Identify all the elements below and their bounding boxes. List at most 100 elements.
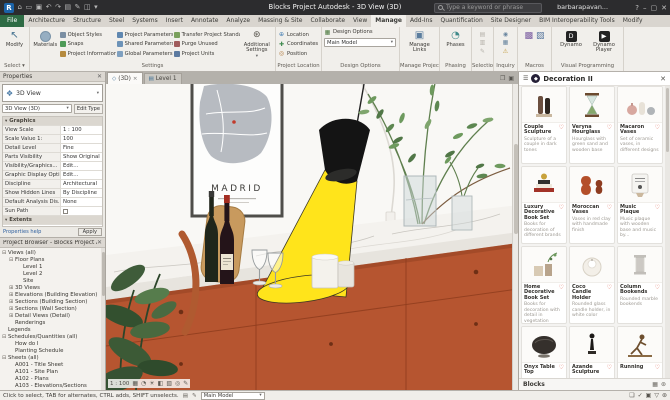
block-card[interactable]: Couple Sculpture♡Sculpture of a couple i…	[521, 86, 567, 164]
tree-item[interactable]: ⊞Detail Views (Detail)	[0, 312, 105, 319]
tab-collaborate[interactable]: Collaborate	[306, 15, 349, 27]
view-scale-button[interactable]: 1 : 100	[110, 381, 129, 387]
tree-item[interactable]: Level 1	[0, 263, 105, 270]
print-icon[interactable]: ▤	[64, 0, 71, 15]
selection-count-icon[interactable]: ⊛	[662, 392, 667, 399]
position-button[interactable]: ◎Position	[278, 50, 319, 58]
design-option-set-dropdown[interactable]: Main Model▾	[324, 38, 396, 47]
project-parameters-button[interactable]: Project Parameters	[117, 31, 173, 39]
search-box[interactable]	[434, 3, 542, 13]
tree-item[interactable]: How do I	[0, 340, 105, 347]
favorite-heart-icon[interactable]: ♡	[655, 205, 660, 211]
tree-item[interactable]: ⊞Elevations (Building Elevation)	[0, 291, 105, 298]
object-styles-button[interactable]: Object Styles	[60, 31, 116, 39]
worksets-icon[interactable]: ▤	[183, 393, 188, 399]
lock-view-icon[interactable]: ◎	[175, 380, 180, 387]
close-icon[interactable]: ×	[133, 76, 138, 82]
block-card[interactable]: Running♡	[617, 326, 663, 378]
favorite-heart-icon[interactable]: ♡	[607, 125, 612, 131]
tab-modify[interactable]: Modify	[619, 15, 647, 27]
user-account[interactable]: barbarapavan...	[557, 0, 608, 15]
search-input[interactable]	[446, 4, 538, 11]
tab-structure[interactable]: Structure	[69, 15, 105, 27]
detail-level-icon[interactable]: ▦	[132, 380, 138, 387]
macro-security-icon[interactable]: ▨	[536, 31, 545, 41]
tile-views-icon[interactable]: ❐	[500, 75, 505, 82]
tree-item[interactable]: Level 2	[0, 270, 105, 277]
view-tab-level-1[interactable]: ▤Level 1	[144, 73, 182, 84]
help-icon[interactable]: ?	[635, 4, 639, 12]
open-icon[interactable]: ▭	[25, 0, 32, 15]
section-graphics[interactable]: ▾Graphics	[3, 117, 102, 126]
materials-button[interactable]: Materials	[32, 28, 59, 62]
minimize-icon[interactable]: –	[643, 4, 647, 12]
filter-icon[interactable]: ▽	[654, 392, 659, 399]
sun-path-checkbox[interactable]	[63, 209, 68, 214]
tab-steel[interactable]: Steel	[105, 15, 128, 27]
tag-icon[interactable]: ◫	[84, 0, 91, 15]
ids-of-selection-icon[interactable]: ◉	[502, 31, 509, 38]
block-card[interactable]: Luxury Decorative Book Set♡Books for dec…	[521, 166, 567, 244]
select-by-id-icon[interactable]: ▦	[502, 39, 509, 46]
property-row[interactable]: Detail LevelFine	[3, 144, 102, 153]
instance-selector-dropdown[interactable]: 3D View (3D)▾	[2, 104, 72, 113]
sun-path-icon[interactable]: ☀	[149, 380, 154, 387]
phases-button[interactable]: ◔ Phases	[442, 28, 469, 62]
tree-item[interactable]: A001 - Title Sheet	[0, 361, 105, 368]
press-drag-icon[interactable]: ✓	[638, 392, 643, 399]
revit-logo[interactable]: R	[4, 3, 14, 13]
close-icon[interactable]: ✕	[97, 239, 102, 246]
design-options-button[interactable]: ▦Design Options	[324, 28, 397, 36]
menu-icon[interactable]: ☰	[523, 75, 528, 82]
tab-manage[interactable]: Manage	[371, 15, 406, 27]
tab-annotate[interactable]: Annotate	[187, 15, 222, 27]
tree-item[interactable]: ⊞Sections (Wall Section)	[0, 305, 105, 312]
close-icon[interactable]: ✕	[97, 73, 102, 80]
edit-type-button[interactable]: Edit Type	[74, 104, 103, 114]
tab-quantification[interactable]: Quantification	[436, 15, 486, 27]
scrollbar-thumb[interactable]	[514, 144, 518, 234]
tab-list-icon[interactable]: ▣	[508, 75, 514, 82]
measure-icon[interactable]: ✎	[75, 0, 81, 15]
macro-manager-icon[interactable]: ▩	[524, 31, 533, 41]
scrollbar-thumb[interactable]	[102, 252, 105, 296]
drawing-canvas[interactable]: MADRID	[106, 84, 518, 390]
select-links-icon[interactable]: ▣	[646, 392, 652, 399]
block-card[interactable]: Home Decorative Book Set♡Books for decor…	[521, 246, 567, 324]
section-extents[interactable]: ▾Extents	[3, 216, 102, 225]
block-card[interactable]: Veryna Hourglass♡Hourglass with green sa…	[569, 86, 615, 164]
ceramic-vase-small[interactable]	[338, 261, 354, 287]
grid-view-icon[interactable]: ▦	[652, 381, 658, 388]
home-icon[interactable]: ⌂	[18, 0, 22, 15]
exclude-options-icon[interactable]: ❏	[629, 392, 634, 399]
tree-item[interactable]: Renderings	[0, 319, 105, 326]
transfer-project-standards-button[interactable]: Transfer Project Standards	[174, 31, 240, 39]
madrid-poster[interactable]: MADRID	[192, 84, 282, 216]
visual-style-icon[interactable]: ◔	[141, 380, 146, 387]
apply-button[interactable]: Apply	[78, 228, 102, 236]
tab-file[interactable]: File	[0, 15, 24, 27]
scrollbar-thumb[interactable]	[666, 88, 669, 152]
tree-item[interactable]: Legends	[0, 326, 105, 333]
property-row[interactable]: Show Hidden LinesBy Discipline	[3, 189, 102, 198]
property-row-sun-path[interactable]: Sun Path	[3, 207, 102, 216]
tree-item[interactable]: ⊟Floor Plans	[0, 256, 105, 263]
tree-item[interactable]: A102 - Plans	[0, 375, 105, 382]
location-button[interactable]: ⊕Location	[278, 31, 319, 39]
favorite-heart-icon[interactable]: ♡	[607, 365, 612, 371]
block-card[interactable]: Azande Sculpture♡	[569, 326, 615, 378]
favorite-heart-icon[interactable]: ♡	[559, 205, 564, 211]
tab-site-designer[interactable]: Site Designer	[487, 15, 535, 27]
additional-settings-button[interactable]: ⊛ Additional Settings ▾	[241, 28, 273, 62]
crop-view-icon[interactable]: ▧	[166, 380, 172, 387]
coordinates-button[interactable]: ✚Coordinates	[278, 40, 319, 48]
blocks-scrollbar[interactable]	[665, 86, 670, 378]
block-card[interactable]: Music Plaque♡Music plaque with wooden ba…	[617, 166, 663, 244]
tree-item[interactable]: ⊟Views (all)	[0, 249, 105, 256]
property-row[interactable]: Default Analysis Dis...None	[3, 198, 102, 207]
block-card[interactable]: Onyx Table Top♡	[521, 326, 567, 378]
dynamo-button[interactable]: D Dynamo	[555, 28, 587, 62]
snaps-button[interactable]: Snaps	[60, 40, 116, 48]
block-card[interactable]: Coco Candle Holder♡Rounded glass candle …	[569, 246, 615, 324]
favorite-heart-icon[interactable]: ♡	[655, 285, 660, 291]
